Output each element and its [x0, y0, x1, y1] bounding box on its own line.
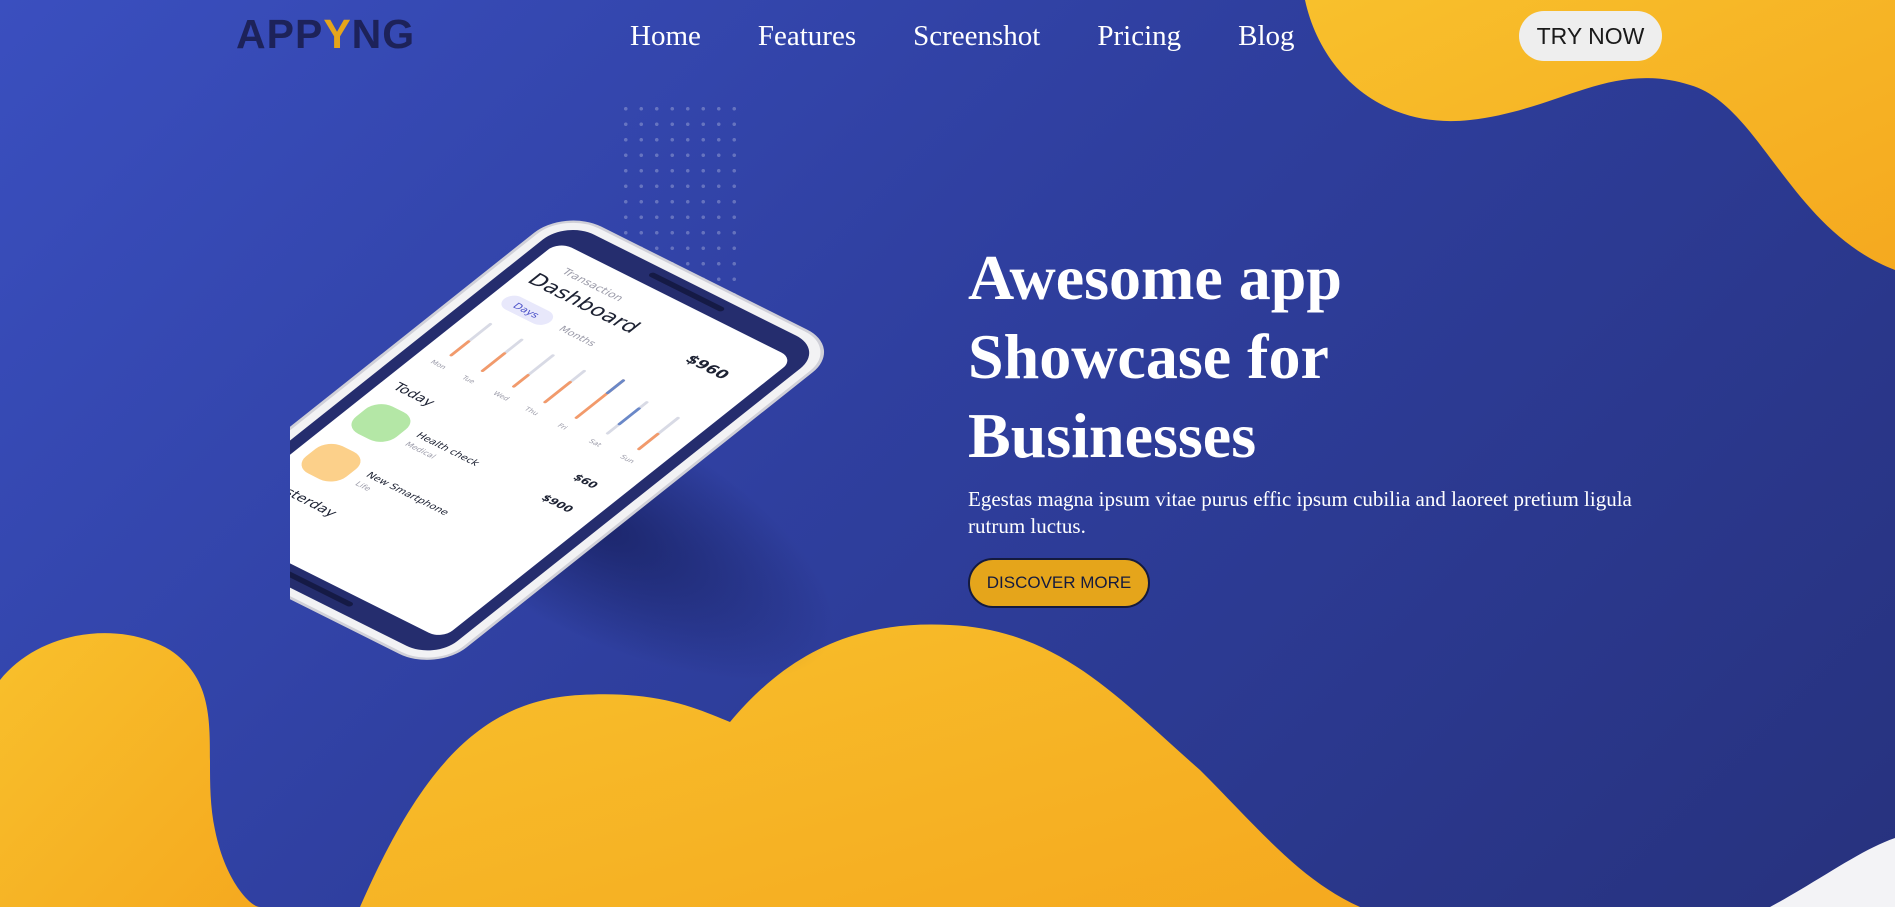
- hero-title-line-1: Awesome app: [968, 242, 1342, 313]
- logo-text-accent: Y: [323, 11, 352, 57]
- nav-item-blog[interactable]: Blog: [1238, 14, 1294, 58]
- hero-title: Awesome app Showcase for Businesses: [968, 238, 1528, 475]
- bottom-right-blob: [1770, 838, 1895, 907]
- main-nav: Home Features Screenshot Pricing Blog: [630, 14, 1352, 58]
- try-now-button[interactable]: TRY NOW: [1519, 11, 1662, 61]
- logo-text-start: APP: [236, 11, 324, 57]
- nav-item-home[interactable]: Home: [630, 14, 701, 58]
- bottom-left-blob: [0, 633, 260, 907]
- logo-text-end: NG: [351, 11, 416, 57]
- nav-item-screenshot[interactable]: Screenshot: [913, 14, 1040, 58]
- hero-subtitle: Egestas magna ipsum vitae purus effic ip…: [968, 487, 1632, 538]
- discover-more-button[interactable]: DISCOVER MORE: [968, 558, 1150, 608]
- nav-item-features[interactable]: Features: [758, 14, 856, 58]
- phone-mockup: Transaction Dashboard $960 Days Months M…: [176, 220, 930, 680]
- hero-title-line-3: Businesses: [968, 400, 1257, 471]
- logo[interactable]: APPYNG: [236, 12, 415, 56]
- nav-item-pricing[interactable]: Pricing: [1097, 14, 1181, 58]
- background-blobs: [0, 0, 1895, 907]
- hero-title-line-2: Showcase for: [968, 321, 1329, 392]
